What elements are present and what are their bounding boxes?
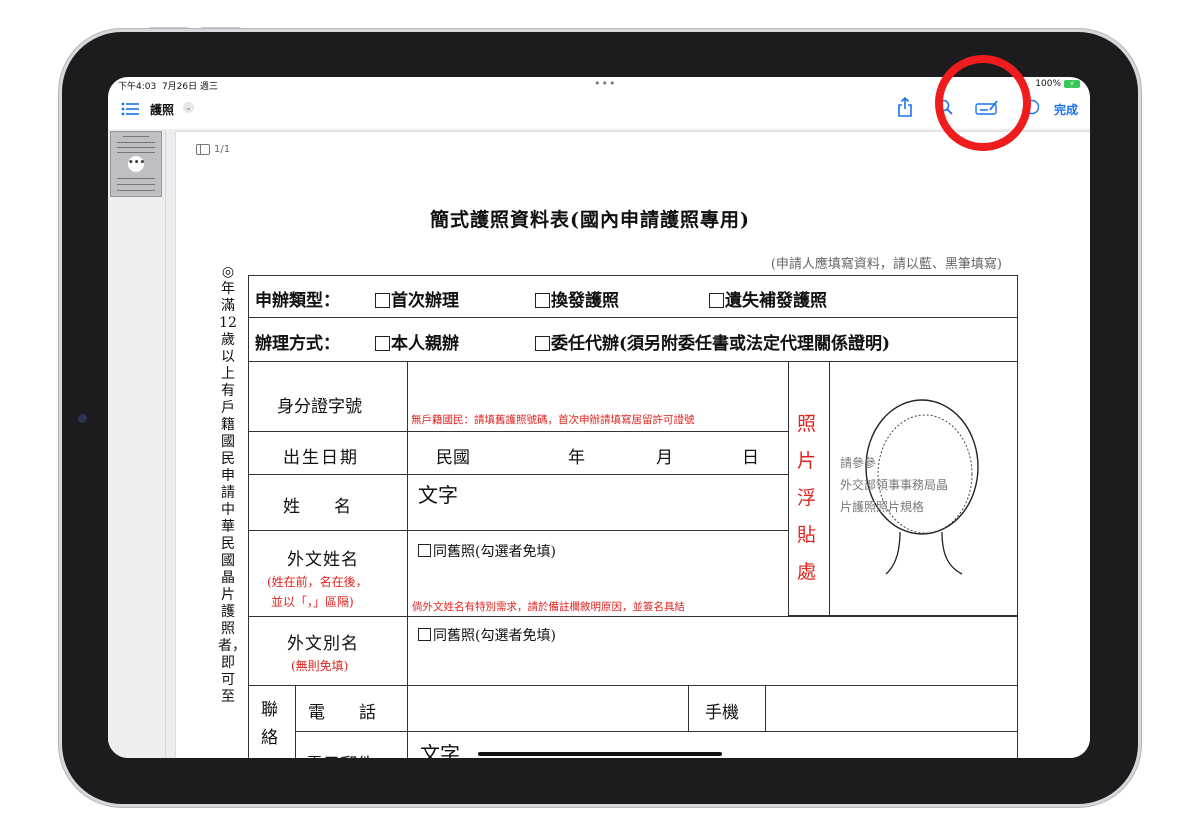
thumb-line [117, 142, 155, 143]
birth-label: 出生日期 [283, 448, 359, 468]
name-label-cell: 姓 名 [248, 474, 408, 531]
page-thumbnail-sidebar: ••• [108, 129, 166, 758]
email-value: 文字 [420, 742, 460, 758]
process-method-row: 辦理方式： 本人親辦 委任代辦(須另附委任書或法定代理關係證明) [248, 317, 1018, 362]
checkbox[interactable] [535, 336, 550, 351]
renewal-option[interactable]: 換發護照 [535, 286, 619, 311]
photo-area-cell: 請參參 外交部領事事務局晶 片護照照片規格 [829, 361, 1018, 616]
birth-year: 年 [568, 448, 585, 468]
status-time-date: 下午4:03 7月26日 週三 [118, 82, 218, 92]
first-time-option[interactable]: 首次辦理 [375, 286, 459, 311]
done-button[interactable]: 完成 [1054, 101, 1078, 118]
birth-month: 月 [656, 448, 673, 468]
birth-label-cell: 出生日期 [248, 431, 408, 475]
proxy-option[interactable]: 委任代辦(須另附委任書或法定代理關係證明) [535, 329, 890, 354]
contact-label: 聯絡 [261, 700, 278, 748]
alias-label-cell: 外文別名 (無則免填) [248, 616, 408, 686]
name-value: 文字 [418, 483, 458, 507]
checkbox[interactable] [709, 293, 724, 308]
mobile-input-cell[interactable] [765, 685, 1018, 732]
thumbnail-more-icon[interactable]: ••• [128, 156, 145, 172]
name-label: 姓 名 [283, 497, 351, 517]
lost-replacement-option[interactable]: 遺失補發護照 [709, 286, 827, 311]
alias-label: 外文別名 [287, 634, 359, 654]
birth-input-cell[interactable]: 民國 年 月 日 [407, 431, 789, 475]
photo-label: 照片浮貼處 [797, 413, 817, 583]
photo-text-1: 請參參 [840, 456, 877, 470]
same-as-old-option[interactable]: 同舊照(勾選者免填) [418, 541, 556, 561]
foreign-name-note-2: 並以「，」區隔) [271, 595, 354, 609]
thumb-line [117, 178, 155, 179]
side-note: ◎年滿12歲以上有戶籍國民申請中華民國晶片護照者，即可至 [218, 264, 246, 705]
id-input-cell[interactable]: 無戶籍國民：請填舊護照號碼，首次申辦請填寫居留許可證號 [407, 361, 789, 432]
form-title: 簡式護照資料表(國內申請護照專用) [430, 209, 750, 231]
birth-era: 民國 [436, 448, 470, 468]
id-label: 身分證字號 [277, 397, 362, 417]
form-note: (申請人應填寫資料，請以藍、黑筆填寫) [770, 257, 1002, 272]
thumb-line [117, 184, 155, 185]
phone-label-cell: 電 話 [295, 685, 408, 732]
multitask-dots[interactable]: ••• [594, 77, 616, 90]
application-type-row: 申辦類型： 首次辦理 換發護照 遺失補發護照 [248, 275, 1018, 318]
pdf-page: 1/1 簡式護照資料表(國內申請護照專用) (申請人應填寫資料，請以藍、黑筆填寫… [176, 132, 1090, 758]
document-title[interactable]: 護照 [150, 101, 174, 118]
in-person-option[interactable]: 本人親辦 [375, 329, 459, 354]
share-icon[interactable] [897, 97, 913, 117]
front-camera [78, 414, 87, 423]
application-type-label: 申辦類型： [255, 291, 340, 311]
thumb-line [123, 136, 149, 137]
checkbox[interactable] [375, 293, 390, 308]
page-indicator[interactable]: 1/1 [196, 144, 230, 155]
foreign-name-hint: 倘外文姓名有特別需求，請於備註欄敘明原因，並簽名具結 [412, 601, 685, 613]
name-input-cell[interactable]: 文字 [407, 474, 789, 531]
thumb-line [117, 190, 155, 191]
process-method-label: 辦理方式： [255, 334, 340, 354]
sidebar-list-icon[interactable] [121, 102, 139, 116]
phone-input-cell[interactable] [407, 685, 689, 732]
page-thumbnail[interactable]: ••• [110, 131, 162, 197]
id-hint: 無戶籍國民：請填舊護照號碼，首次申辦請填寫居留許可證號 [411, 414, 695, 426]
foreign-name-label: 外文姓名 [287, 550, 359, 570]
id-label-cell: 身分證字號 [248, 361, 408, 432]
foreign-name-label-cell: 外文姓名 (姓在前，名在後， 並以「，」區隔) [248, 530, 408, 617]
contact-label-cell: 聯絡 [248, 685, 296, 758]
chevron-down-icon[interactable]: ⌄ [183, 102, 194, 113]
alias-note: (無則免填) [291, 659, 349, 673]
phone-label: 電 話 [308, 703, 376, 723]
photo-text-2: 外交部領事事務局晶 [840, 478, 949, 492]
thumb-line [117, 147, 155, 148]
photo-text-3: 片護照照片規格 [840, 500, 925, 514]
email-label: 電子郵件 [306, 750, 374, 758]
checkbox[interactable] [418, 628, 431, 641]
foreign-name-input-cell[interactable]: 同舊照(勾選者免填) 倘外文姓名有特別需求，請於備註欄敘明原因，並簽名具結 [407, 530, 789, 617]
checkbox[interactable] [535, 293, 550, 308]
screen: 下午4:03 7月26日 週三 ••• 100% ⚡ 護照 ⌄ 完成 ••• 1… [108, 77, 1090, 758]
email-label-cell: 電子郵件 [295, 731, 408, 758]
birth-day: 日 [742, 448, 759, 468]
document-area: 1/1 簡式護照資料表(國內申請護照專用) (申請人應填寫資料，請以藍、黑筆填寫… [166, 129, 1090, 758]
battery-status: 100% ⚡ [1035, 79, 1080, 89]
checkbox[interactable] [418, 544, 431, 557]
checkbox[interactable] [375, 336, 390, 351]
photo-label-cell: 照片浮貼處 [788, 361, 830, 616]
home-indicator[interactable] [478, 752, 722, 756]
thumb-line [117, 152, 155, 153]
highlight-circle-annotation [935, 55, 1031, 151]
page-indicator-icon [196, 144, 210, 155]
mobile-label-cell: 手機 [688, 685, 766, 732]
alias-same-option[interactable]: 同舊照(勾選者免填) [418, 625, 556, 645]
foreign-name-note-1: (姓在前，名在後， [267, 575, 368, 589]
mobile-label: 手機 [705, 703, 739, 723]
alias-input-cell[interactable]: 同舊照(勾選者免填) [407, 616, 1018, 686]
battery-icon: ⚡ [1064, 80, 1080, 88]
